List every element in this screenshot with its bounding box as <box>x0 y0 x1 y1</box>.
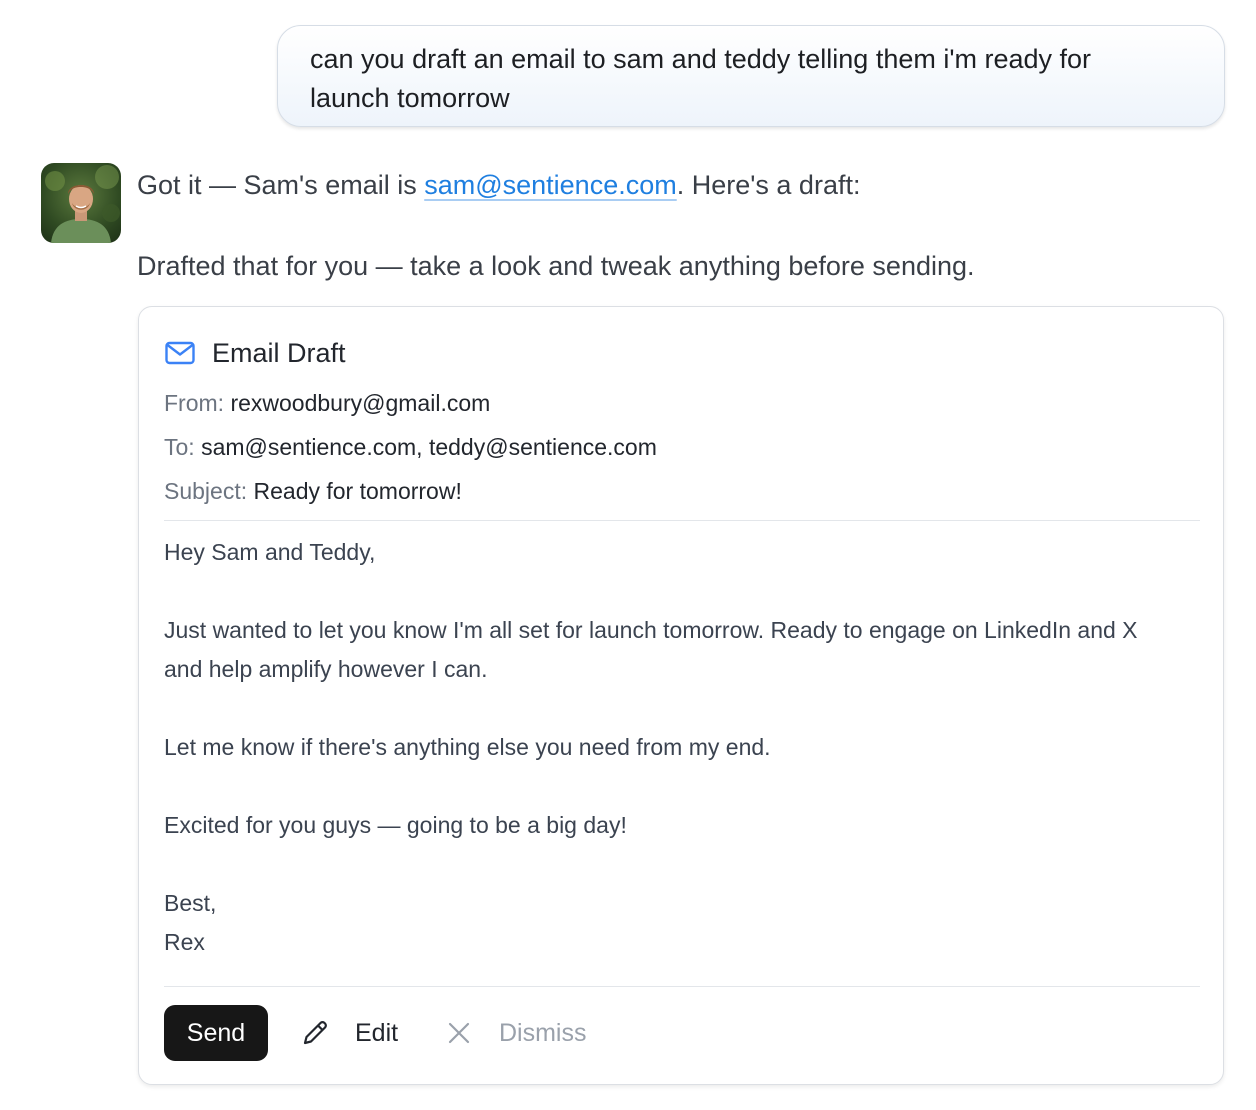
edit-button[interactable]: Edit <box>299 1013 398 1053</box>
assistant-intro-suffix: . Here's a draft: <box>676 170 861 200</box>
to-label: To: <box>164 434 195 460</box>
email-draft-card: Email Draft From: rexwoodbury@gmail.com … <box>138 306 1224 1085</box>
from-row: From: rexwoodbury@gmail.com <box>164 388 490 418</box>
user-message-bubble: can you draft an email to sam and teddy … <box>277 25 1225 127</box>
from-value: rexwoodbury@gmail.com <box>230 390 491 416</box>
sam-email-link[interactable]: sam@sentience.com <box>424 170 677 200</box>
mail-icon <box>165 341 195 365</box>
to-row: To: sam@sentience.com, teddy@sentience.c… <box>164 432 657 462</box>
email-body-signoff: Best, <box>164 890 217 916</box>
actions-divider <box>164 986 1200 987</box>
email-body-line: Excited for you guys — going to be a big… <box>164 812 627 838</box>
assistant-avatar <box>41 163 121 243</box>
dismiss-button[interactable]: Dismiss <box>447 1013 587 1053</box>
dismiss-label: Dismiss <box>499 1018 587 1047</box>
email-body-signature: Rex <box>164 929 205 955</box>
assistant-message-intro: Got it — Sam's email is sam@sentience.co… <box>137 167 860 203</box>
assistant-message-followup: Drafted that for you — take a look and t… <box>137 251 975 281</box>
assistant-intro-prefix: Got it — Sam's email is <box>137 170 425 200</box>
email-body-greeting: Hey Sam and Teddy, <box>164 539 376 565</box>
draft-title: Email Draft <box>212 337 346 368</box>
email-body-line: Let me know if there's anything else you… <box>164 734 771 760</box>
subject-label: Subject: <box>164 478 248 504</box>
draft-header: Email Draft <box>164 335 346 371</box>
email-body-line: Just wanted to let you know I'm all set … <box>164 617 1138 643</box>
email-body-line: and help amplify however I can. <box>164 656 488 682</box>
edit-label: Edit <box>355 1018 399 1047</box>
send-button[interactable]: Send <box>164 1005 268 1061</box>
close-icon <box>448 1022 470 1044</box>
to-value: sam@sentience.com, teddy@sentience.com <box>201 434 657 460</box>
from-label: From: <box>164 390 225 416</box>
header-divider <box>164 520 1200 521</box>
user-photo-avatar-icon <box>41 163 121 243</box>
subject-row: Subject: Ready for tomorrow! <box>164 476 462 506</box>
user-message-line-2: launch tomorrow <box>310 83 510 113</box>
pencil-icon <box>303 1021 327 1045</box>
subject-value: Ready for tomorrow! <box>253 478 462 504</box>
user-message-line-1: can you draft an email to sam and teddy … <box>310 44 1092 74</box>
